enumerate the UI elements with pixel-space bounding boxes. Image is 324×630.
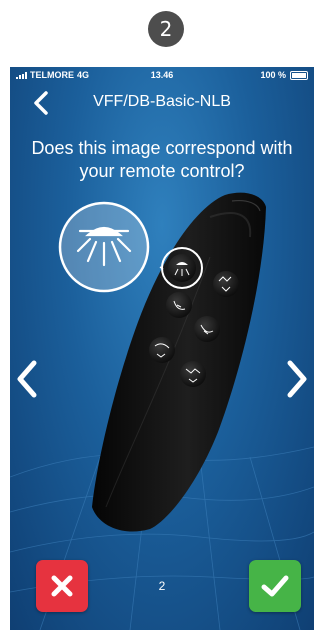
app-screen: TELMORE 4G 13.46 100 % VFF/DB-Basic-NLB … — [10, 67, 314, 630]
step-number: 2 — [159, 17, 173, 41]
checkmark-icon — [261, 575, 289, 597]
light-callout-bubble — [58, 201, 150, 293]
previous-image-button[interactable] — [14, 357, 40, 401]
step-badge: 2 — [148, 11, 184, 47]
chevron-right-icon — [287, 360, 307, 398]
remote-control-image — [58, 192, 266, 532]
accept-button[interactable] — [249, 560, 301, 612]
next-image-button[interactable] — [284, 357, 310, 401]
light-button — [161, 247, 203, 289]
chevron-left-icon — [17, 360, 37, 398]
